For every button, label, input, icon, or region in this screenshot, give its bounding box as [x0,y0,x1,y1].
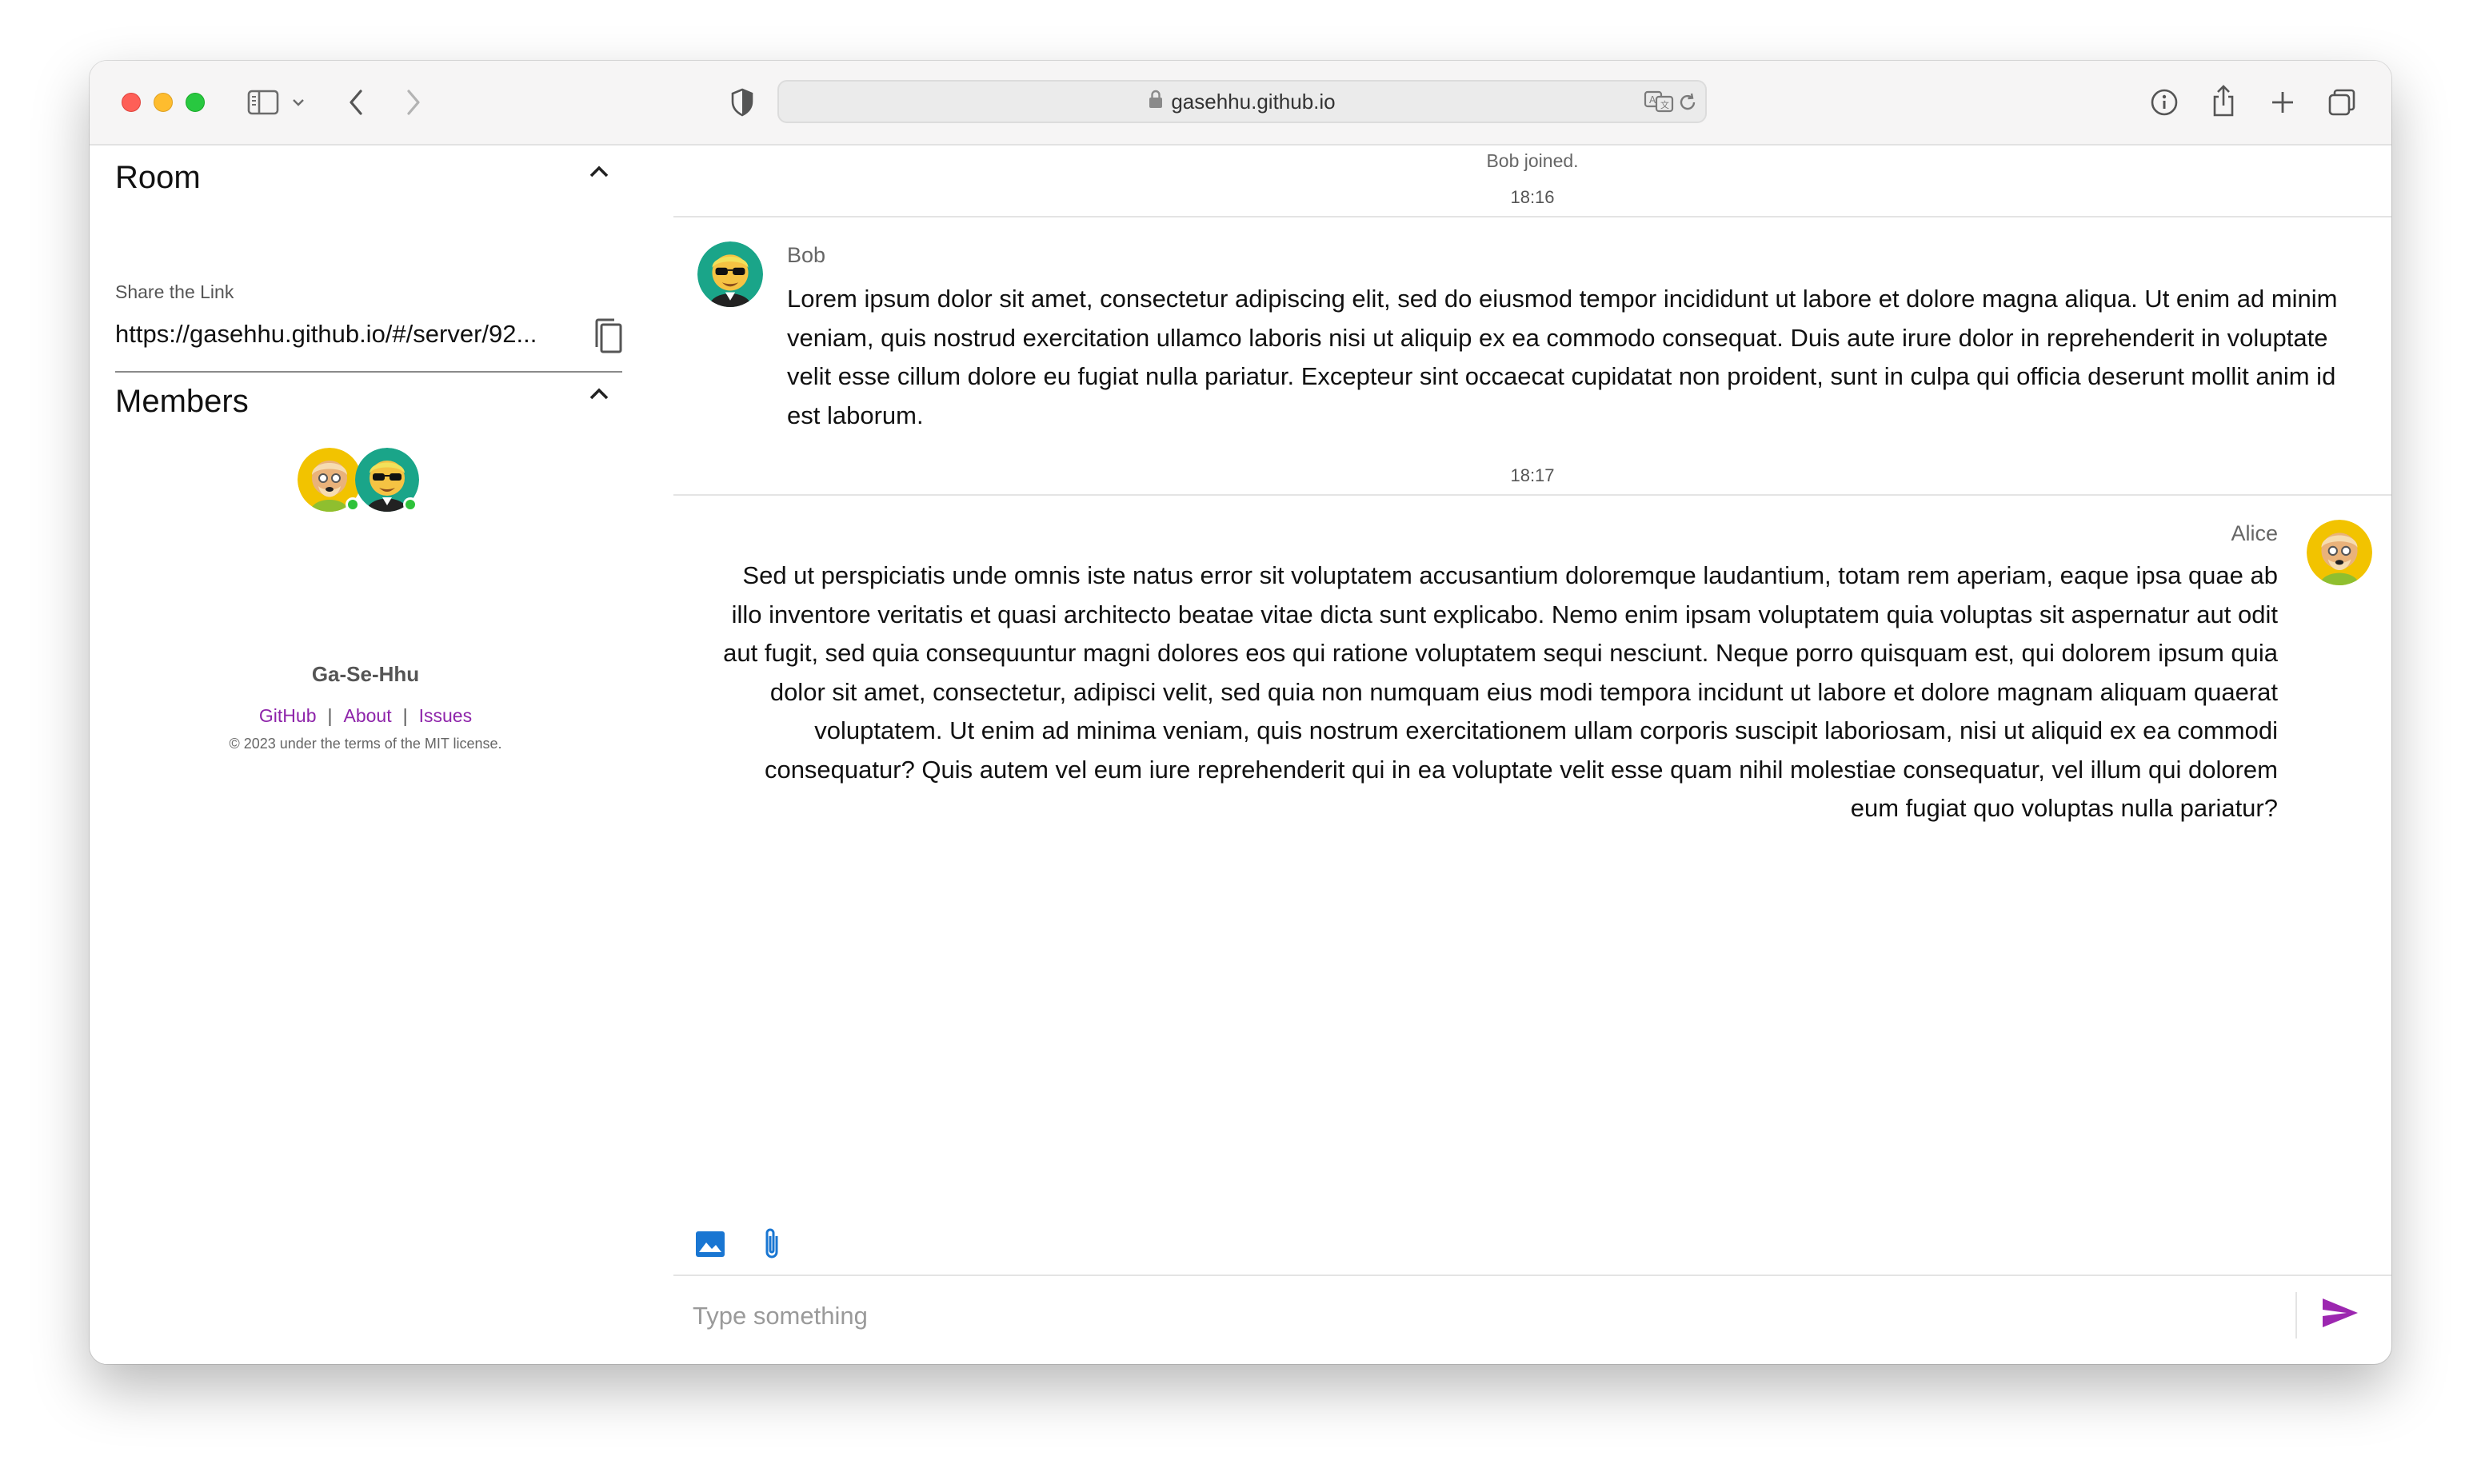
forward-icon[interactable] [402,86,425,118]
divider [673,494,2391,496]
share-link-value[interactable]: https://gasehhu.github.io/#/server/92... [115,320,571,349]
send-icon [2323,1298,2358,1327]
svg-text:文: 文 [1660,99,1669,110]
message-text: Sed ut perspiciatis unde omnis iste natu… [723,561,2278,822]
link-separator: | [402,705,408,726]
divider [673,216,2391,217]
message-text: Lorem ipsum dolor sit amet, consectetur … [787,285,2338,429]
browser-window: gasehhu.github.io A文 Room Share the Link… [90,61,2391,1364]
divider [2295,1292,2297,1338]
translate-icon[interactable]: A文 [1643,90,1675,114]
address-bar[interactable]: gasehhu.github.io A文 [777,80,1707,123]
message-author: Bob [787,243,826,267]
message-input[interactable] [693,1292,2292,1340]
chevron-up-icon[interactable] [587,163,611,183]
image-icon[interactable] [694,1230,726,1263]
tabs-icon[interactable] [2326,86,2358,118]
attachment-icon[interactable] [760,1225,784,1266]
minimize-window-button[interactable] [154,93,173,112]
online-status-dot [403,497,417,512]
zoom-window-button[interactable] [186,93,205,112]
issues-link[interactable]: Issues [419,705,472,726]
message-composer [673,1276,2391,1364]
chat-panel: Bob joined. 18:16 Bob Lorem ipsum dolor … [673,146,2391,1364]
alice-avatar-icon [2307,520,2372,585]
info-icon[interactable] [2148,86,2180,118]
online-status-dot [346,497,360,512]
system-message: Bob joined. [1486,150,1579,171]
new-tab-icon[interactable] [2267,86,2299,118]
share-icon[interactable] [2207,83,2239,118]
alice-avatar[interactable] [2307,520,2372,585]
copyright-text: © 2023 under the terms of the MIT licens… [229,736,502,752]
app-name: Ga-Se-Hhu [311,662,420,686]
chevron-down-icon[interactable] [290,91,307,114]
bob-avatar[interactable] [697,241,763,307]
sidebar-icon[interactable] [246,88,280,117]
footer-links: GitHub | About | Issues [90,705,641,727]
bob-avatar-icon [697,241,763,307]
github-link[interactable]: GitHub [259,705,317,726]
shield-icon[interactable] [728,86,757,118]
chevron-up-icon[interactable] [587,385,611,405]
message-author: Alice [2231,521,2278,545]
about-link[interactable]: About [344,705,392,726]
close-window-button[interactable] [122,93,141,112]
lock-icon [1149,90,1171,114]
link-separator: | [327,705,333,726]
timestamp: 18:17 [1510,465,1555,485]
member-list [298,448,457,520]
send-button[interactable] [2321,1297,2359,1333]
room-title: Room [115,160,201,195]
share-link-field[interactable]: https://gasehhu.github.io/#/server/92... [115,309,622,373]
browser-toolbar: gasehhu.github.io A文 [90,61,2391,146]
share-link-label: Share the Link [115,281,234,302]
sidebar: Room Share the Link https://gasehhu.gith… [90,146,673,1364]
back-icon[interactable] [344,86,368,118]
members-title: Members [115,384,249,419]
reload-icon[interactable] [1676,91,1699,114]
svg-text:A: A [1649,94,1656,106]
address-url: gasehhu.github.io [1171,89,1336,114]
timestamp: 18:16 [1510,187,1555,207]
copy-icon[interactable] [590,317,625,361]
